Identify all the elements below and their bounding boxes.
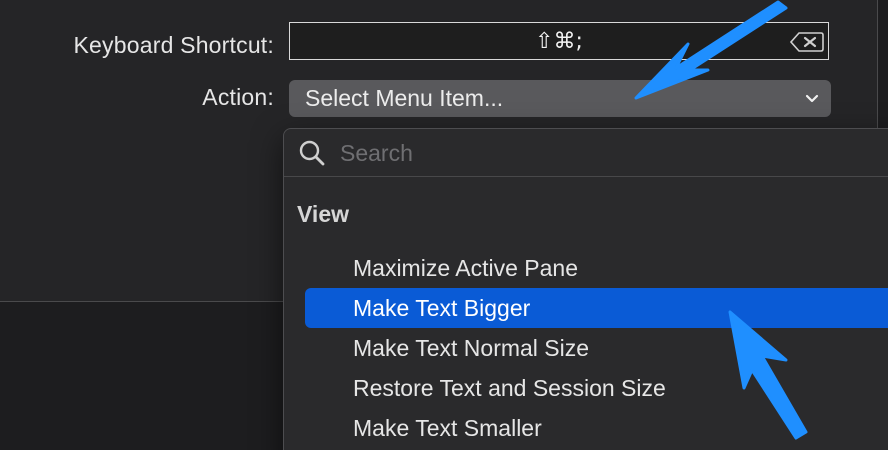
shortcut-label: Keyboard Shortcut: <box>73 32 274 58</box>
menu-item-make-text-bigger[interactable]: Make Text Bigger <box>305 288 888 328</box>
action-select-value: Select Menu Item... <box>305 85 504 111</box>
action-select[interactable]: Select Menu Item... <box>289 80 831 117</box>
menu-item-restore-text-and-session-size[interactable]: Restore Text and Session Size <box>305 368 888 408</box>
search-row <box>284 129 888 177</box>
menu-item-label: Restore Text and Session Size <box>353 375 666 401</box>
shortcut-value: ⇧⌘; <box>535 29 583 54</box>
section-heading-view: View <box>297 201 349 227</box>
action-label: Action: <box>202 84 274 110</box>
clear-icon[interactable] <box>790 32 824 52</box>
menu-item-label: Maximize Active Pane <box>353 255 578 281</box>
menu-item-label: Make Text Normal Size <box>353 335 590 361</box>
menu-item-label: Make Text Bigger <box>353 295 531 321</box>
menu-dropdown: View Maximize Active Pane Make Text Bigg… <box>283 128 888 450</box>
screen: Keyboard Shortcut: ⇧⌘; Action: Select Me… <box>0 0 888 450</box>
search-input[interactable] <box>340 137 740 169</box>
menu-item-make-text-normal-size[interactable]: Make Text Normal Size <box>305 328 888 368</box>
menu-item-maximize-active-pane[interactable]: Maximize Active Pane <box>305 248 888 288</box>
search-icon <box>299 140 325 166</box>
chevron-down-icon <box>805 94 819 103</box>
menu-item-make-text-smaller[interactable]: Make Text Smaller <box>305 408 888 448</box>
menu-item-label: Make Text Smaller <box>353 415 542 441</box>
shortcut-field[interactable]: ⇧⌘; <box>289 22 829 60</box>
